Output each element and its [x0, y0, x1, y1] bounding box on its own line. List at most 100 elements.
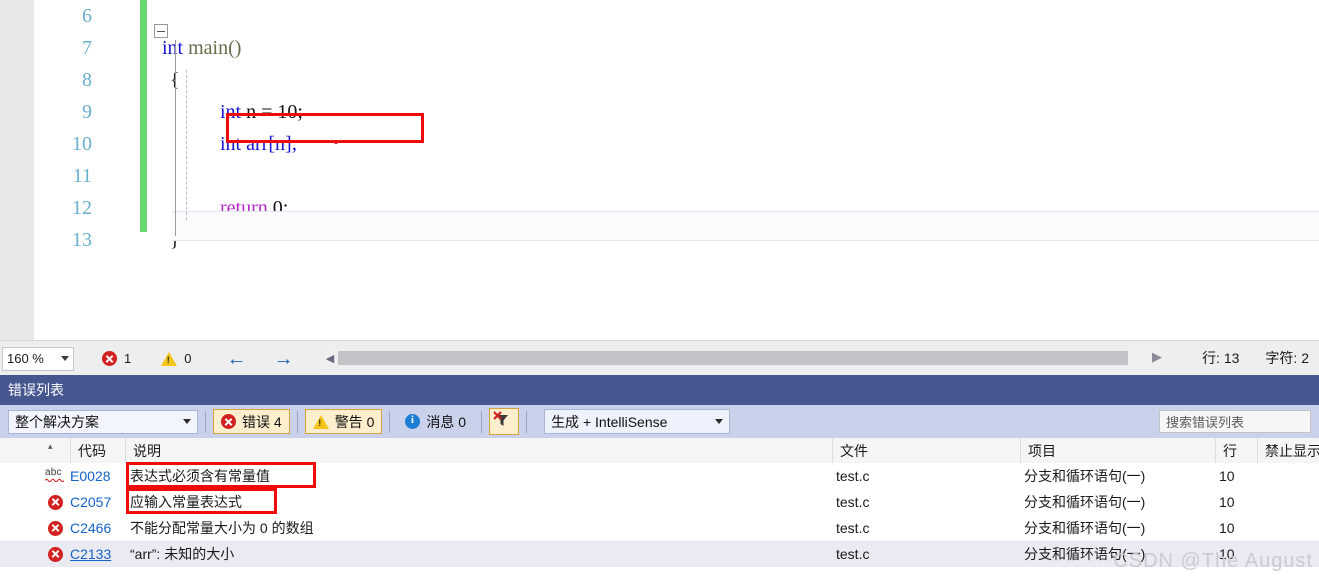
scrollbar-track[interactable]	[338, 351, 1160, 365]
row-suppression-cell[interactable]	[1261, 489, 1319, 515]
warning-count-value: 0	[184, 351, 192, 366]
error-list-rows[interactable]: abc E0028 表达式必须含有常量值 test.c 分支和循环语句(一) 1…	[0, 462, 1319, 577]
row-file-cell[interactable]: test.c	[836, 489, 1020, 515]
column-header-description[interactable]: 说明	[125, 438, 832, 463]
code-editor[interactable]: 6 7 int main() 8 { 9 int n = 10; 10 i	[0, 0, 1319, 340]
chevron-down-icon	[61, 356, 69, 361]
line-content[interactable]: }	[104, 229, 180, 252]
row-code-cell[interactable]: C2133	[70, 541, 125, 567]
row-description-cell[interactable]: “arr”: 未知的大小	[130, 541, 830, 567]
table-row[interactable]: C2466 不能分配常量大小为 0 的数组 test.c 分支和循环语句(一) …	[0, 515, 1319, 541]
current-line-highlight	[172, 211, 1319, 241]
errors-toggle-label: 错误 4	[242, 413, 282, 430]
column-header-description-label: 说明	[133, 442, 161, 459]
line-position-label: 行: 13	[1202, 350, 1240, 366]
row-code-cell[interactable]: C2466	[70, 515, 125, 541]
code-line[interactable]: 8 {	[34, 64, 303, 96]
warning-icon	[161, 351, 178, 366]
table-row[interactable]: C2133 “arr”: 未知的大小 test.c 分支和循环语句(一) 10	[0, 541, 1319, 567]
editor-text-area[interactable]: 6 7 int main() 8 { 9 int n = 10; 10 i	[34, 0, 1319, 340]
scroll-left-icon[interactable]: ◀	[322, 352, 338, 365]
code-line[interactable]: 6	[34, 0, 303, 32]
row-project-cell[interactable]: 分支和循环语句(一)	[1024, 541, 1215, 567]
chevron-down-icon	[183, 419, 191, 424]
toolbar-separator	[526, 410, 528, 433]
navigate-back-icon[interactable]: ←	[226, 349, 246, 369]
char-position-label: 字符: 2	[1265, 350, 1309, 366]
scroll-right-icon[interactable]: ▶	[1152, 349, 1162, 365]
row-code-cell[interactable]: C2057	[70, 489, 125, 515]
column-header-code-label: 代码	[78, 442, 106, 459]
row-suppression-cell[interactable]	[1261, 541, 1319, 567]
row-line-cell[interactable]: 10	[1219, 463, 1261, 489]
code-line[interactable]: 7 int main()	[34, 32, 303, 64]
row-icon-cell	[40, 489, 70, 515]
scrollbar-thumb[interactable]	[338, 351, 1128, 365]
build-intellisense-dropdown[interactable]: 生成 + IntelliSense	[544, 409, 731, 434]
error-list-panel-title[interactable]: 错误列表	[0, 375, 1319, 405]
line-content[interactable]: int main()	[104, 37, 241, 60]
row-line-cell[interactable]: 10	[1219, 489, 1261, 515]
line-number: 8	[82, 68, 92, 91]
messages-toggle-button[interactable]: 消息 0	[397, 409, 474, 434]
navigation-arrows[interactable]: ← →	[226, 349, 293, 369]
panel-title-text: 错误列表	[8, 382, 64, 398]
error-count-indicator[interactable]: 1	[102, 351, 131, 366]
scope-guide-line	[175, 40, 176, 236]
row-suppression-cell[interactable]	[1261, 463, 1319, 489]
row-project-cell[interactable]: 分支和循环语句(一)	[1024, 515, 1215, 541]
info-icon	[405, 414, 421, 429]
row-line-cell[interactable]: 10	[1219, 541, 1261, 567]
column-header-line[interactable]: 行	[1215, 438, 1257, 463]
row-line-cell[interactable]: 10	[1219, 515, 1261, 541]
row-project-cell[interactable]: 分支和循环语句(一)	[1024, 463, 1215, 489]
row-icon-cell	[40, 541, 70, 567]
toolbar-separator	[205, 410, 206, 433]
zoom-level-dropdown[interactable]: 160 %	[2, 346, 74, 371]
clear-filter-button[interactable]	[489, 408, 520, 435]
error-list-toolbar[interactable]: 整个解决方案 错误 4 警告 0 消息 0 生成 + IntelliSense	[0, 405, 1319, 438]
row-project-cell[interactable]: 分支和循环语句(一)	[1024, 489, 1215, 515]
annotation-highlight-box-row2	[126, 488, 277, 514]
messages-toggle-label: 消息 0	[426, 413, 467, 430]
annotation-highlight-box-row1	[126, 462, 316, 488]
warning-icon	[312, 414, 329, 429]
error-count-value: 1	[124, 351, 132, 366]
column-header-project[interactable]: 项目	[1020, 438, 1215, 463]
line-number: 7	[82, 36, 92, 59]
row-description-cell[interactable]: 不能分配常量大小为 0 的数组	[130, 515, 830, 541]
code-line[interactable]: 11	[34, 160, 303, 192]
column-header-suppression-label: 禁止显示状态	[1265, 442, 1319, 459]
row-file-cell[interactable]: test.c	[836, 463, 1020, 489]
row-file-cell[interactable]: test.c	[836, 515, 1020, 541]
caret-position-info: 行: 13 字符: 2	[1202, 348, 1309, 368]
collapse-outline-icon[interactable]	[154, 24, 168, 38]
row-code-cell[interactable]: E0028	[70, 463, 125, 489]
column-header-suppression[interactable]: 禁止显示状态	[1257, 438, 1319, 463]
clear-filter-icon	[493, 411, 509, 426]
scope-filter-dropdown[interactable]: 整个解决方案	[8, 409, 198, 434]
warning-count-indicator[interactable]: 0	[161, 351, 191, 366]
horizontal-scrollbar[interactable]: ◀	[322, 347, 1160, 369]
navigate-forward-icon[interactable]: →	[273, 349, 293, 369]
column-header-code[interactable]: 代码	[70, 438, 125, 463]
errors-toggle-button[interactable]: 错误 4	[213, 409, 290, 434]
line-content[interactable]: {	[104, 69, 180, 92]
row-file-cell[interactable]: test.c	[836, 541, 1020, 567]
warnings-toggle-button[interactable]: 警告 0	[304, 409, 383, 434]
column-header-file[interactable]: 文件	[832, 438, 1020, 463]
keyword-int: int	[162, 36, 184, 59]
search-error-list-input[interactable]: 搜索错误列表	[1159, 410, 1311, 433]
row-icon-cell	[40, 515, 70, 541]
search-placeholder-text: 搜索错误列表	[1166, 415, 1245, 430]
row-suppression-cell[interactable]	[1261, 515, 1319, 541]
error-squiggle-icon	[330, 139, 343, 144]
editor-margin	[0, 0, 34, 340]
chevron-down-icon	[715, 419, 724, 424]
error-icon	[221, 414, 236, 429]
line-number: 12	[72, 196, 92, 219]
abc-text: abc	[45, 467, 62, 478]
zoom-level-value: 160 %	[7, 351, 44, 366]
red-squiggle-icon	[45, 478, 64, 482]
error-icon	[102, 351, 117, 366]
